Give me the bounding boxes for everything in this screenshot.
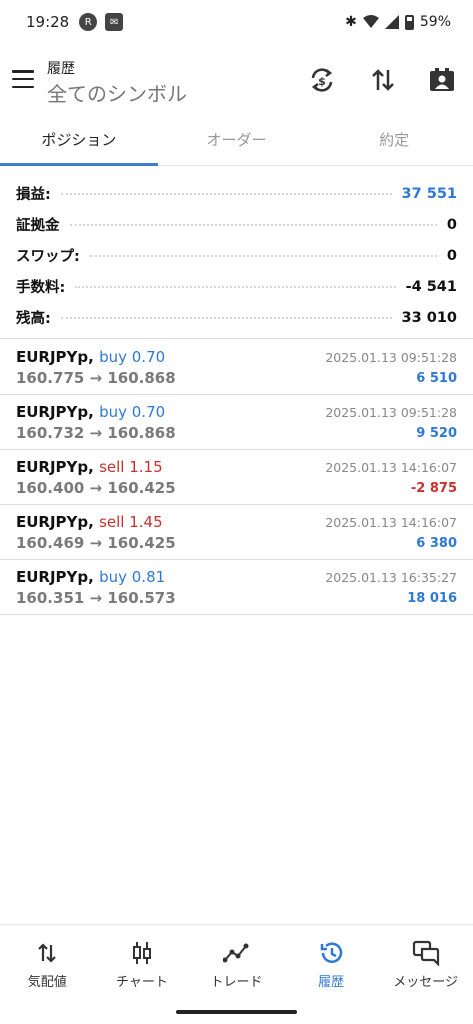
tab-positions[interactable]: ポジション bbox=[0, 118, 158, 166]
nav-label: 履歴 bbox=[318, 975, 345, 990]
bottom-navigation: 気配値 チャート トレード 履歴 メッセージ bbox=[0, 924, 473, 998]
menu-icon[interactable] bbox=[12, 70, 34, 88]
position-prices: 160.775 → 160.868 bbox=[16, 369, 176, 387]
status-time: 19:28 bbox=[26, 13, 70, 31]
position-profit: 9 520 bbox=[416, 426, 457, 441]
chart-icon bbox=[131, 939, 153, 967]
position-row[interactable]: EURJPYp, sell 1.45 160.469 → 160.425 202… bbox=[0, 505, 473, 560]
nav-label: チャート bbox=[115, 975, 168, 990]
nav-trade[interactable]: トレード bbox=[189, 925, 284, 998]
signal-icon bbox=[384, 15, 399, 29]
tab-deals[interactable]: 約定 bbox=[315, 118, 473, 165]
summary-panel: 損益: 37 551 証拠金 0 スワップ: 0 手数料: -4 541 残高:… bbox=[0, 178, 473, 333]
position-symbol: EURJPYp, bbox=[16, 348, 94, 366]
app-bar: 履歴 全てのシンボル $ bbox=[0, 56, 473, 112]
svg-text:$: $ bbox=[318, 75, 326, 88]
position-symbol: EURJPYp, bbox=[16, 403, 94, 421]
tab-orders[interactable]: オーダー bbox=[158, 118, 316, 165]
position-symbol: EURJPYp, bbox=[16, 568, 94, 586]
history-tabs: ポジション オーダー 約定 bbox=[0, 118, 473, 166]
summary-value: 33 010 bbox=[401, 309, 458, 326]
dotted-leader bbox=[60, 316, 392, 319]
dotted-leader bbox=[69, 223, 437, 226]
positions-list: EURJPYp, buy 0.70 160.775 → 160.868 2025… bbox=[0, 340, 473, 615]
summary-label: 残高: bbox=[16, 311, 51, 327]
position-time: 2025.01.13 09:51:28 bbox=[325, 350, 457, 365]
position-side: buy 0.81 bbox=[99, 568, 166, 586]
nav-messages[interactable]: メッセージ bbox=[378, 925, 473, 998]
position-symbol: EURJPYp, bbox=[16, 458, 94, 476]
mail-notification-icon: ✉ bbox=[105, 13, 124, 31]
position-row[interactable]: EURJPYp, sell 1.15 160.400 → 160.425 202… bbox=[0, 450, 473, 505]
sort-icon[interactable] bbox=[367, 64, 399, 96]
position-profit: -2 875 bbox=[410, 481, 457, 496]
dotted-leader bbox=[75, 285, 396, 288]
nav-label: 気配値 bbox=[27, 975, 67, 990]
summary-row-commission: 手数料: -4 541 bbox=[0, 271, 473, 302]
position-profit: 6 510 bbox=[416, 371, 457, 386]
summary-label: 損益: bbox=[16, 187, 51, 203]
position-row[interactable]: EURJPYp, buy 0.81 160.351 → 160.573 2025… bbox=[0, 560, 473, 615]
summary-value: 0 bbox=[446, 247, 457, 264]
nav-quotes[interactable]: 気配値 bbox=[0, 925, 95, 998]
summary-label: スワップ: bbox=[16, 249, 80, 265]
nav-history[interactable]: 履歴 bbox=[284, 925, 379, 998]
summary-value: -4 541 bbox=[405, 278, 457, 295]
position-time: 2025.01.13 14:16:07 bbox=[325, 460, 457, 475]
status-bar: 19:28 R ✉ ✱ 59% bbox=[0, 0, 473, 44]
position-row[interactable]: EURJPYp, buy 0.70 160.775 → 160.868 2025… bbox=[0, 340, 473, 395]
summary-value: 0 bbox=[446, 216, 457, 233]
account-report-icon[interactable] bbox=[426, 64, 458, 96]
bluetooth-icon: ✱ bbox=[345, 14, 357, 30]
battery-percent: 59% bbox=[419, 14, 451, 30]
position-profit: 18 016 bbox=[407, 591, 457, 606]
summary-row-balance: 残高: 33 010 bbox=[0, 302, 473, 333]
position-time: 2025.01.13 09:51:28 bbox=[325, 405, 457, 420]
summary-value: 37 551 bbox=[401, 185, 458, 202]
position-prices: 160.732 → 160.868 bbox=[16, 424, 176, 442]
symbol-filter-title[interactable]: 全てのシンボル bbox=[47, 78, 187, 107]
summary-label: 手数料: bbox=[16, 280, 66, 296]
position-prices: 160.469 → 160.425 bbox=[16, 534, 176, 552]
nav-label: トレード bbox=[210, 975, 263, 990]
header-subtitle: 履歴 bbox=[47, 61, 75, 77]
position-prices: 160.400 → 160.425 bbox=[16, 479, 176, 497]
summary-row-margin: 証拠金 0 bbox=[0, 209, 473, 240]
position-side: sell 1.45 bbox=[99, 513, 163, 531]
dotted-leader bbox=[89, 254, 437, 257]
app-notification-icon: R bbox=[79, 13, 98, 31]
messages-icon bbox=[412, 939, 440, 967]
trade-icon bbox=[223, 939, 249, 967]
position-time: 2025.01.13 16:35:27 bbox=[325, 570, 457, 585]
nav-chart[interactable]: チャート bbox=[95, 925, 190, 998]
position-symbol: EURJPYp, bbox=[16, 513, 94, 531]
summary-row-profit: 損益: 37 551 bbox=[0, 178, 473, 209]
battery-icon bbox=[404, 14, 414, 30]
quotes-icon bbox=[36, 939, 58, 967]
position-prices: 160.351 → 160.573 bbox=[16, 589, 176, 607]
nav-label: メッセージ bbox=[393, 975, 459, 990]
summary-row-swap: スワップ: 0 bbox=[0, 240, 473, 271]
position-side: sell 1.15 bbox=[99, 458, 163, 476]
position-time: 2025.01.13 14:16:07 bbox=[325, 515, 457, 530]
wifi-icon bbox=[362, 15, 379, 28]
currency-exchange-icon[interactable]: $ bbox=[306, 64, 338, 96]
position-row[interactable]: EURJPYp, buy 0.70 160.732 → 160.868 2025… bbox=[0, 395, 473, 450]
dotted-leader bbox=[60, 192, 392, 195]
position-profit: 6 380 bbox=[416, 536, 457, 551]
history-icon bbox=[318, 939, 344, 967]
summary-label: 証拠金 bbox=[16, 218, 60, 234]
position-side: buy 0.70 bbox=[99, 403, 166, 421]
home-indicator[interactable] bbox=[176, 1010, 297, 1014]
divider bbox=[0, 338, 473, 339]
position-side: buy 0.70 bbox=[99, 348, 166, 366]
